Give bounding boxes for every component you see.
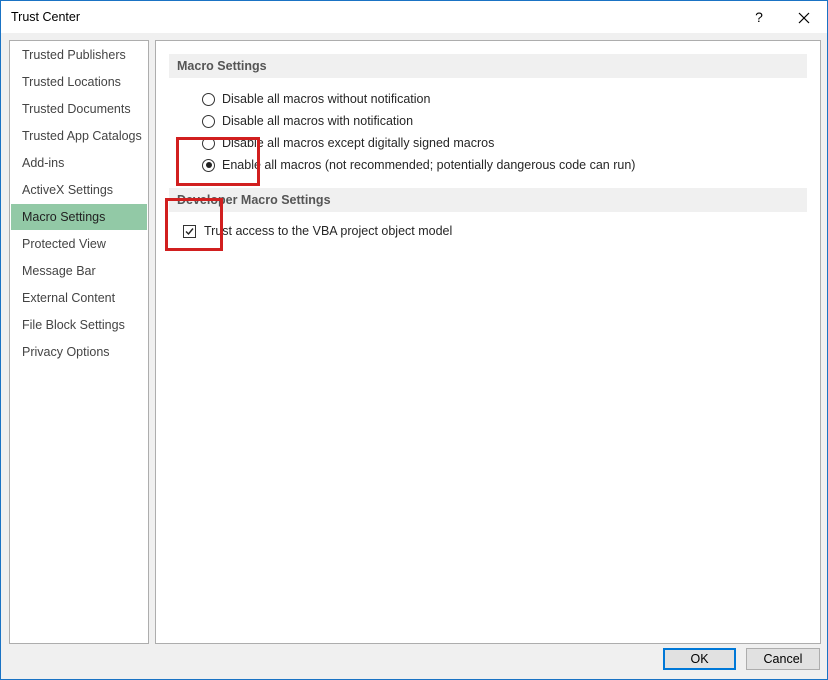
radio-button[interactable] xyxy=(202,114,215,128)
radio-disable-no-notification[interactable]: Disable all macros without notification xyxy=(202,90,430,108)
dialog-title: Trust Center xyxy=(11,10,81,24)
trust-vba-label: Trust access to the VBA project object m… xyxy=(204,224,453,238)
radio-button[interactable] xyxy=(202,92,215,106)
cancel-button[interactable]: Cancel xyxy=(746,648,820,670)
sidebar-item-privacy-options[interactable]: Privacy Options xyxy=(11,339,147,365)
sidebar-item-add-ins[interactable]: Add-ins xyxy=(11,150,147,176)
help-button[interactable]: ? xyxy=(745,5,773,29)
checkmark-icon xyxy=(185,227,194,235)
macro-settings-header: Macro Settings xyxy=(169,54,807,78)
radio-button-selected[interactable] xyxy=(202,158,215,172)
radio-button[interactable] xyxy=(202,136,215,150)
radio-label: Disable all macros without notification xyxy=(222,92,431,106)
sidebar-item-trusted-app-catalogs[interactable]: Trusted App Catalogs xyxy=(11,123,147,149)
sidebar-item-external-content[interactable]: External Content xyxy=(11,285,147,311)
sidebar-item-file-block-settings[interactable]: File Block Settings xyxy=(11,312,147,338)
radio-label: Enable all macros (not recommended; pote… xyxy=(222,158,636,172)
settings-sidebar: Trusted Publishers Trusted Locations Tru… xyxy=(9,40,149,644)
radio-enable-all-macros[interactable]: Enable all macros (not recommended; pote… xyxy=(202,156,635,174)
radio-disable-except-signed[interactable]: Disable all macros except digitally sign… xyxy=(202,134,494,152)
developer-macro-settings-header: Developer Macro Settings xyxy=(169,188,807,212)
sidebar-item-message-bar[interactable]: Message Bar xyxy=(11,258,147,284)
sidebar-item-macro-settings[interactable]: Macro Settings xyxy=(11,204,147,230)
trust-vba-checkbox[interactable] xyxy=(183,224,196,238)
settings-content: Macro Settings Disable all macros withou… xyxy=(155,40,821,644)
sidebar-item-trusted-publishers[interactable]: Trusted Publishers xyxy=(11,42,147,68)
radio-disable-with-notification[interactable]: Disable all macros with notification xyxy=(202,112,413,130)
close-icon xyxy=(798,12,810,24)
title-bar: Trust Center ? xyxy=(1,1,827,33)
radio-label: Disable all macros with notification xyxy=(222,114,414,128)
sidebar-item-activex-settings[interactable]: ActiveX Settings xyxy=(11,177,147,203)
radio-label: Disable all macros except digitally sign… xyxy=(222,136,495,150)
close-button[interactable] xyxy=(789,5,819,29)
ok-button[interactable]: OK xyxy=(663,648,736,670)
trust-vba-checkbox-row[interactable]: Trust access to the VBA project object m… xyxy=(183,222,452,240)
sidebar-item-protected-view[interactable]: Protected View xyxy=(11,231,147,257)
trust-center-dialog: Trust Center ? Trusted Publishers Truste… xyxy=(0,0,828,680)
sidebar-item-trusted-documents[interactable]: Trusted Documents xyxy=(11,96,147,122)
sidebar-item-trusted-locations[interactable]: Trusted Locations xyxy=(11,69,147,95)
